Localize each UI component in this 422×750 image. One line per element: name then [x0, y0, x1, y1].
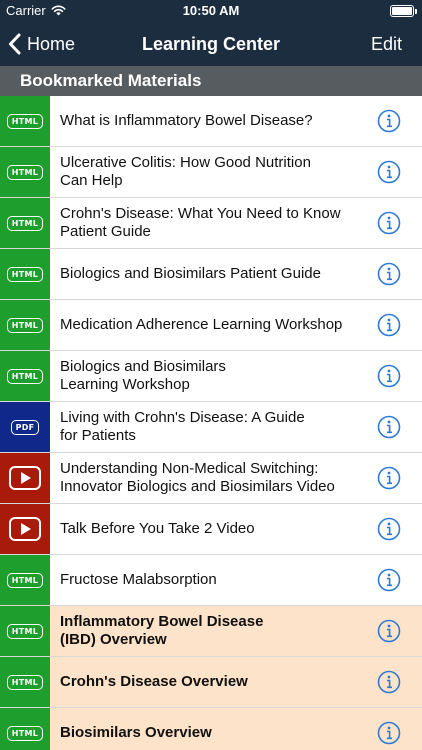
info-icon[interactable]	[377, 466, 401, 490]
info-icon[interactable]	[377, 211, 401, 235]
list-item[interactable]: HTML Inflammatory Bowel Disease (IBD) Ove…	[0, 606, 422, 657]
item-title: Fructose Malabsorption	[60, 571, 217, 588]
badge-label: HTML	[6, 368, 44, 384]
list-item[interactable]: HTML Biologics and Biosimilars Patient Gu…	[0, 249, 422, 300]
list-item[interactable]: HTML Crohn's Disease: What You Need to Kn…	[0, 198, 422, 249]
info-icon[interactable]	[377, 568, 401, 592]
item-title: Inflammatory Bowel Disease (IBD) Overvie…	[60, 613, 264, 648]
badge-label: HTML	[6, 317, 44, 333]
navigation-bar: Home Learning Center Edit	[0, 22, 422, 66]
video-play-icon	[0, 504, 50, 554]
pdf-badge-icon: PDF	[0, 402, 50, 452]
badge-label: HTML	[6, 215, 44, 231]
item-title: Crohn's Disease: What You Need to Know P…	[60, 205, 341, 240]
bookmark-list: HTML What is Inflammatory Bowel Disease? H…	[0, 96, 422, 750]
html-badge-icon: HTML	[0, 198, 50, 248]
html-badge-icon: HTML	[0, 708, 50, 750]
info-icon[interactable]	[377, 160, 401, 184]
info-icon[interactable]	[377, 313, 401, 337]
list-item[interactable]: PDF Living with Crohn's Disease: A Guide …	[0, 402, 422, 453]
chevron-left-icon	[9, 33, 21, 55]
badge-label: HTML	[6, 623, 44, 639]
list-item[interactable]: HTML Biosimilars Overview	[0, 708, 422, 750]
list-item[interactable]: HTML Crohn's Disease Overview	[0, 657, 422, 708]
html-badge-icon: HTML	[0, 351, 50, 401]
info-icon[interactable]	[377, 262, 401, 286]
badge-label: HTML	[6, 266, 44, 282]
item-title: Biologics and Biosimilars Patient Guide	[60, 265, 321, 282]
info-icon[interactable]	[377, 415, 401, 439]
list-item[interactable]: Understanding Non-Medical Switching: Inn…	[0, 453, 422, 504]
item-title: Ulcerative Colitis: How Good Nutrition C…	[60, 154, 311, 189]
info-icon[interactable]	[377, 721, 401, 745]
html-badge-icon: HTML	[0, 657, 50, 707]
badge-label: HTML	[6, 572, 44, 588]
badge-label: HTML	[6, 725, 44, 741]
info-icon[interactable]	[377, 364, 401, 388]
list-item[interactable]: HTML Biologics and Biosimilars Learning W…	[0, 351, 422, 402]
list-item[interactable]: Talk Before You Take 2 Video	[0, 504, 422, 555]
list-item[interactable]: HTML Fructose Malabsorption	[0, 555, 422, 606]
item-title: Medication Adherence Learning Workshop	[60, 316, 343, 333]
back-button[interactable]: Home	[8, 22, 75, 66]
badge-label: HTML	[6, 164, 44, 180]
item-title: Living with Crohn's Disease: A Guide for…	[60, 409, 305, 444]
html-badge-icon: HTML	[0, 147, 50, 197]
back-button-label: Home	[27, 33, 76, 54]
badge-label: PDF	[10, 419, 40, 435]
info-icon[interactable]	[377, 619, 401, 643]
section-header: Bookmarked Materials	[0, 66, 422, 96]
video-play-icon	[0, 453, 50, 503]
list-item[interactable]: HTML Ulcerative Colitis: How Good Nutriti…	[0, 147, 422, 198]
list-item[interactable]: HTML Medication Adherence Learning Worksh…	[0, 300, 422, 351]
html-badge-icon: HTML	[0, 555, 50, 605]
status-time: 10:50 AM	[182, 3, 240, 18]
html-badge-icon: HTML	[0, 96, 50, 146]
info-icon[interactable]	[377, 670, 401, 694]
battery-level	[392, 7, 412, 15]
badge-label: HTML	[6, 113, 44, 129]
badge-label: HTML	[6, 674, 44, 690]
item-title: Crohn's Disease Overview	[60, 673, 248, 690]
info-icon[interactable]	[377, 109, 401, 133]
item-title: Talk Before You Take 2 Video	[60, 520, 255, 537]
html-badge-icon: HTML	[0, 606, 50, 656]
battery-icon	[390, 5, 417, 17]
edit-button[interactable]: Edit	[371, 22, 402, 66]
item-title: Biologics and Biosimilars Learning Works…	[60, 358, 226, 393]
item-title: Understanding Non-Medical Switching: Inn…	[60, 460, 335, 495]
status-bar: Carrier 10:50 AM	[0, 0, 422, 22]
list-item[interactable]: HTML What is Inflammatory Bowel Disease?	[0, 96, 422, 147]
item-title: Biosimilars Overview	[60, 724, 212, 741]
info-icon[interactable]	[377, 517, 401, 541]
item-title: What is Inflammatory Bowel Disease?	[60, 112, 313, 129]
html-badge-icon: HTML	[0, 300, 50, 350]
html-badge-icon: HTML	[0, 249, 50, 299]
